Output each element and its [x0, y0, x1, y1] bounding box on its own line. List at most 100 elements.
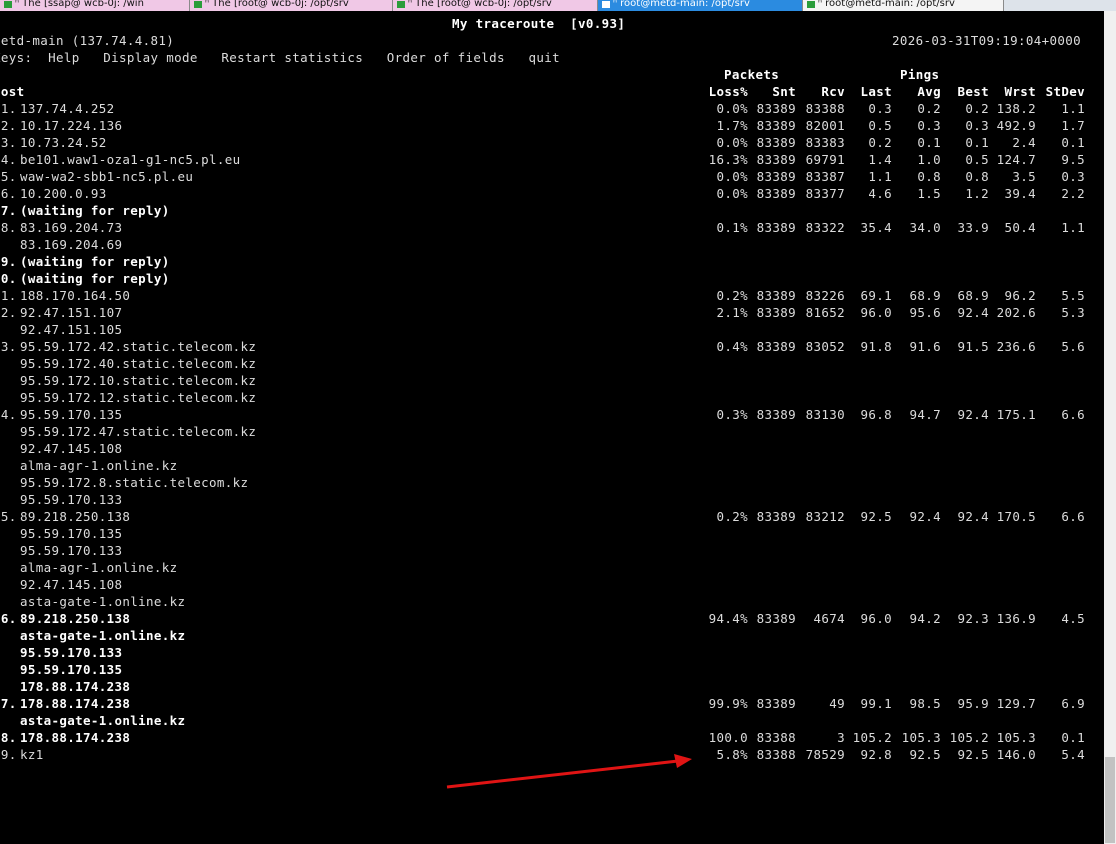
- hop-stat-stdev: 6.6: [1061, 407, 1085, 422]
- hop-stat-best: 92.4: [957, 305, 989, 320]
- hop-stat-rcv: 83388: [805, 101, 845, 116]
- hop-stat-wrst: 124.7: [996, 152, 1036, 167]
- hop-stat-snt: 83389: [756, 339, 796, 354]
- hop-number: 13.: [0, 339, 17, 354]
- tab-label: ⁿ root@metd-main: /opt/srv: [818, 0, 955, 9]
- hop-host: 92.47.151.107: [20, 305, 123, 320]
- hop-stat-avg: 92.5: [909, 747, 941, 762]
- hop-stat-best: 0.2: [965, 101, 989, 116]
- hop-stat-avg: 34.0: [909, 220, 941, 235]
- hop-stat-snt: 83389: [756, 101, 796, 116]
- hop-stat-rcv: 49: [829, 696, 845, 711]
- hop-number: 10.: [0, 271, 17, 286]
- hop-number: 14.: [0, 407, 17, 422]
- timestamp: 2026-03-31T09:19:04+0000: [892, 33, 1082, 48]
- terminal-icon: [397, 1, 405, 8]
- hop-host: 178.88.174.238: [20, 730, 131, 745]
- hop-stat-avg: 91.6: [909, 339, 941, 354]
- terminal-window[interactable]: My traceroute [v0.93] metd-main (137.74.…: [0, 11, 1104, 844]
- hop-stat-snt: 83388: [756, 747, 796, 762]
- tab-2[interactable]: ⁿ The [root@ wcb-0j: /opt/srv: [190, 0, 393, 11]
- hop-host: 10.200.0.93: [20, 186, 107, 201]
- hop-stat-stdev: 4.5: [1061, 611, 1085, 626]
- hop-stat-best: 105.2: [949, 730, 989, 745]
- tab-label: ⁿ The [root@ wcb-0j: /opt/srv: [205, 0, 349, 9]
- tab-label: ⁿ root@metd-main: /opt/srv: [613, 0, 750, 9]
- hop-host: 83.169.204.73: [20, 220, 123, 235]
- hop-number: 4.: [0, 152, 17, 167]
- hop-stat-wrst: 50.4: [1004, 220, 1036, 235]
- terminal-icon: [194, 1, 202, 8]
- hop-host: alma-agr-1.online.kz: [20, 458, 178, 473]
- hop-stat-best: 1.2: [965, 186, 989, 201]
- hop-stat-last: 99.1: [860, 696, 892, 711]
- hop-stat-wrst: 492.9: [996, 118, 1036, 133]
- hop-stat-wrst: 236.6: [996, 339, 1036, 354]
- hop-host: alma-agr-1.online.kz: [20, 560, 178, 575]
- hop-host: 95.59.172.40.static.telecom.kz: [20, 356, 257, 371]
- hop-host: (waiting for reply): [20, 203, 170, 218]
- column-header-avg: Avg: [917, 84, 941, 99]
- column-header-wrst: Wrst: [1004, 84, 1036, 99]
- hop-stat-last: 105.2: [852, 730, 892, 745]
- scrollbar-thumb[interactable]: [1105, 757, 1115, 843]
- hop-stat-last: 1.1: [868, 169, 892, 184]
- hop-stat-best: 92.5: [957, 747, 989, 762]
- hop-host: asta-gate-1.online.kz: [20, 594, 186, 609]
- hop-stat-stdev: 5.5: [1061, 288, 1085, 303]
- tab-4[interactable]: ⁿ root@metd-main: /opt/srv: [598, 0, 803, 11]
- hop-stat-avg: 98.5: [909, 696, 941, 711]
- hop-stat-last: 0.3: [868, 101, 892, 116]
- hop-stat-rcv: 82001: [805, 118, 845, 133]
- hop-stat-best: 0.3: [965, 118, 989, 133]
- hop-stat-stdev: 5.3: [1061, 305, 1085, 320]
- column-header-snt: Snt: [772, 84, 796, 99]
- hop-number: 19.: [0, 747, 17, 762]
- hop-stat-wrst: 39.4: [1004, 186, 1036, 201]
- hop-host: 95.59.172.12.static.telecom.kz: [20, 390, 257, 405]
- hop-host: 95.59.170.133: [20, 543, 123, 558]
- tab-1[interactable]: ⁿ The [ssap@ wcb-0j: /win: [0, 0, 190, 11]
- hop-stat-rcv: 83377: [805, 186, 845, 201]
- hop-stat-snt: 83389: [756, 220, 796, 235]
- hop-host: 95.59.172.42.static.telecom.kz: [20, 339, 257, 354]
- hop-stat-snt: 83389: [756, 169, 796, 184]
- hop-number: 7.: [0, 203, 17, 218]
- hop-stat-avg: 1.0: [917, 152, 941, 167]
- hop-stat-snt: 83389: [756, 696, 796, 711]
- hop-stat-wrst: 136.9: [996, 611, 1036, 626]
- hop-host: asta-gate-1.online.kz: [20, 713, 186, 728]
- hop-number: 18.: [0, 730, 17, 745]
- tab-3[interactable]: ⁿ The [root@ wcb-0j: /opt/srv: [393, 0, 598, 11]
- hop-stat-loss-pct: 0.0%: [716, 169, 748, 184]
- hop-number: 16.: [0, 611, 17, 626]
- hop-stat-stdev: 2.2: [1061, 186, 1085, 201]
- hop-stat-wrst: 96.2: [1004, 288, 1036, 303]
- hop-stat-snt: 83389: [756, 407, 796, 422]
- hop-host: kz1: [20, 747, 44, 762]
- hop-number: 15.: [0, 509, 17, 524]
- hop-stat-avg: 105.3: [901, 730, 941, 745]
- hop-host: 95.59.172.47.static.telecom.kz: [20, 424, 257, 439]
- hop-host: 89.218.250.138: [20, 611, 131, 626]
- hop-host: 188.170.164.50: [20, 288, 131, 303]
- hop-stat-avg: 0.3: [917, 118, 941, 133]
- hop-stat-best: 0.1: [965, 135, 989, 150]
- tab-5[interactable]: ⁿ root@metd-main: /opt/srv: [803, 0, 1004, 11]
- hop-stat-last: 96.0: [860, 305, 892, 320]
- hop-stat-loss-pct: 0.0%: [716, 101, 748, 116]
- column-header-stdev: StDev: [1045, 84, 1085, 99]
- hop-stat-loss-pct: 0.2%: [716, 509, 748, 524]
- hop-stat-loss-pct: 0.3%: [716, 407, 748, 422]
- hop-stat-best: 0.5: [965, 152, 989, 167]
- hop-stat-rcv: 3: [837, 730, 845, 745]
- hop-host: 92.47.151.105: [20, 322, 123, 337]
- hop-host: 89.218.250.138: [20, 509, 131, 524]
- vertical-scrollbar[interactable]: [1104, 11, 1116, 844]
- hop-stat-loss-pct: 0.4%: [716, 339, 748, 354]
- hop-stat-stdev: 6.6: [1061, 509, 1085, 524]
- hop-stat-avg: 92.4: [909, 509, 941, 524]
- keys-menu[interactable]: Keys: Help Display mode Restart statisti…: [0, 49, 560, 66]
- hop-number: 8.: [0, 220, 17, 235]
- hop-stat-last: 92.5: [860, 509, 892, 524]
